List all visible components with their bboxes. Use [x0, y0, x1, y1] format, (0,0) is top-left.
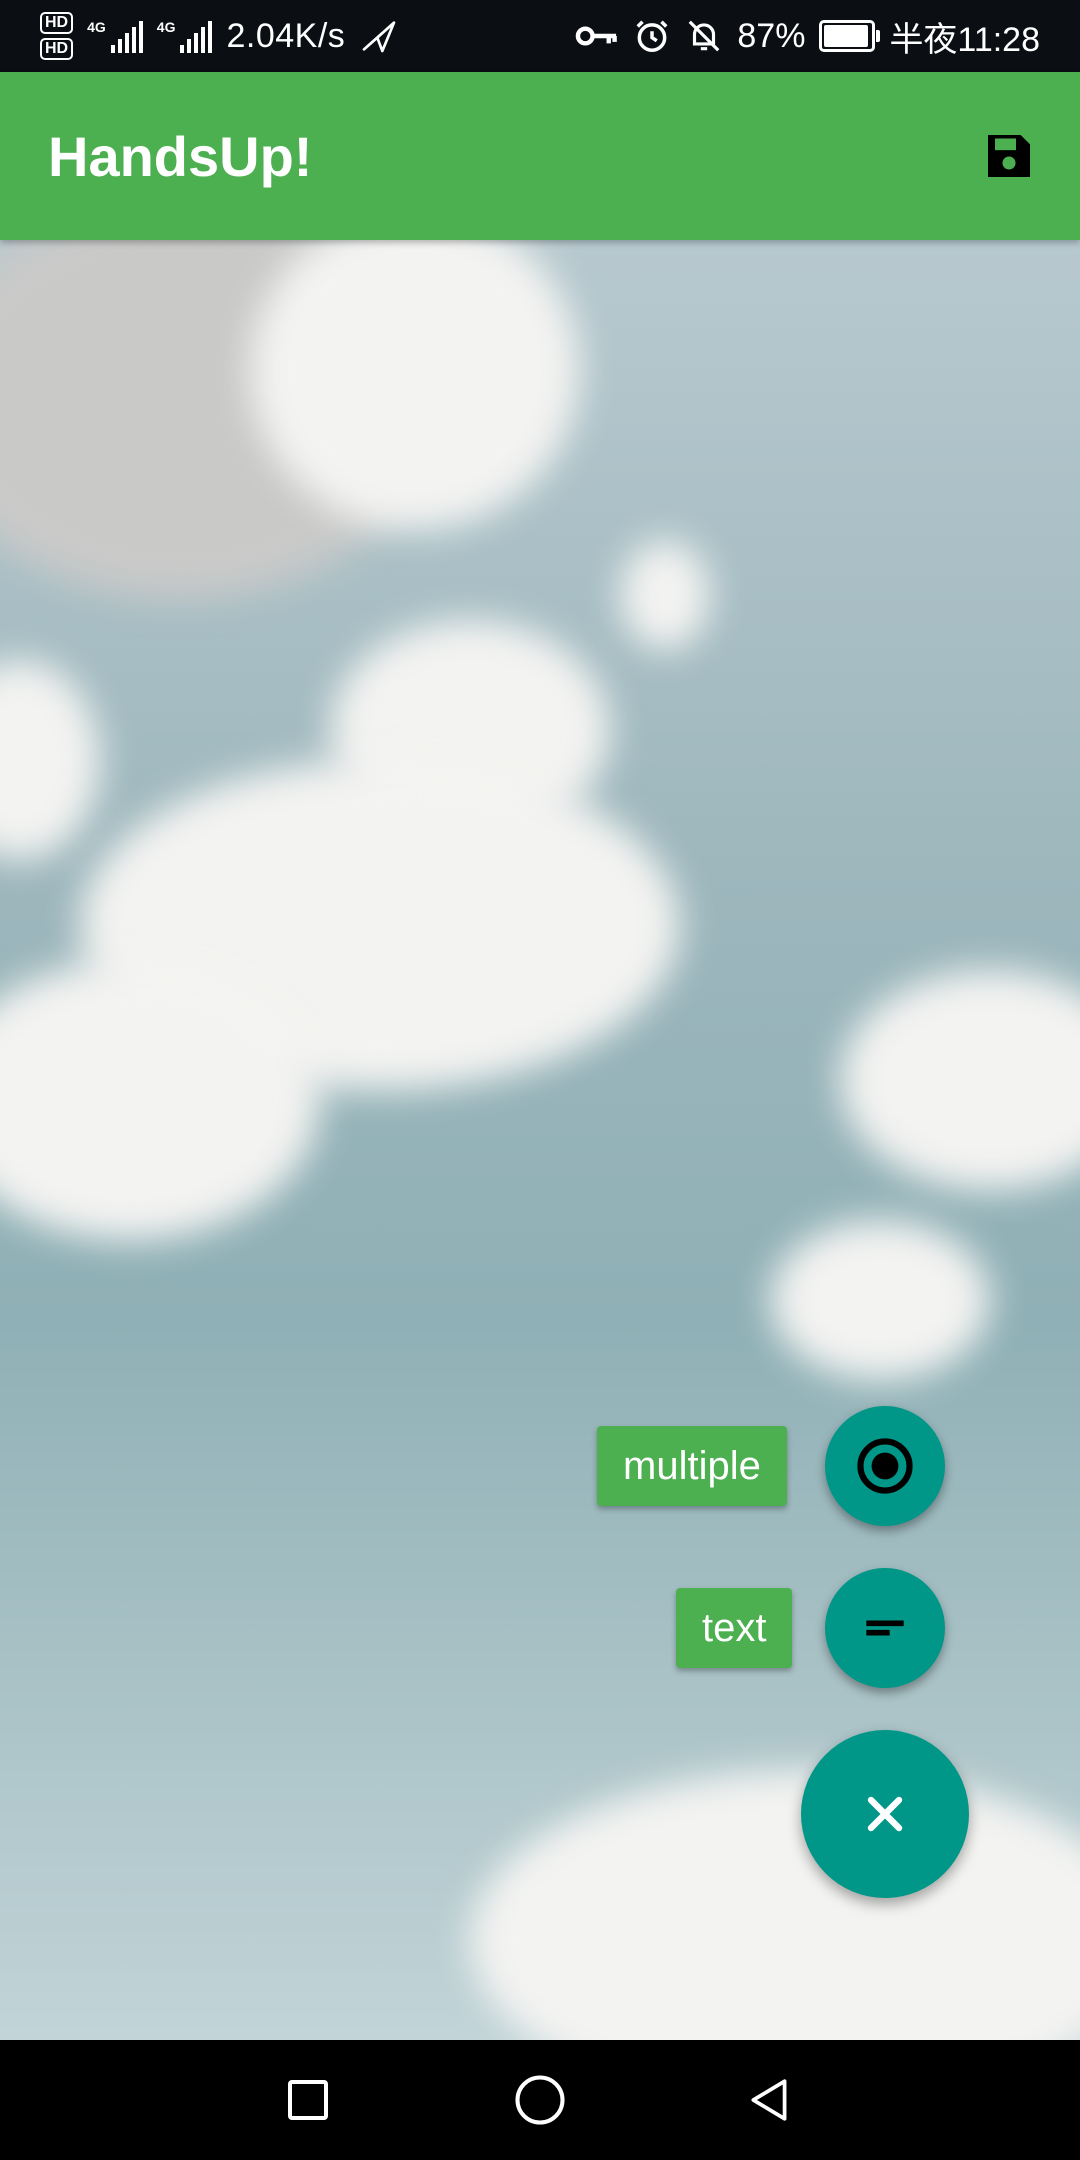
battery-level: [824, 25, 868, 47]
fab-close-button[interactable]: [801, 1730, 969, 1898]
status-bar-left: HD HD 4G 4G 2.04K/s: [40, 0, 399, 72]
back-button[interactable]: [740, 2070, 800, 2130]
sim2-signal-icon: 4G: [157, 19, 213, 53]
bell-off-icon: [689, 20, 720, 52]
fab-label-multiple[interactable]: multiple: [597, 1426, 787, 1506]
sim1-network-label: 4G: [87, 19, 106, 35]
hd1-badge: HD: [40, 12, 74, 34]
save-button[interactable]: [980, 128, 1038, 184]
key-icon: [576, 26, 618, 46]
battery-icon: [819, 20, 881, 52]
home-icon: [515, 2075, 565, 2125]
navigation-bar: [0, 2040, 1080, 2160]
alarm-icon: [636, 20, 668, 52]
short-text-icon: [866, 1620, 904, 1636]
back-icon: [751, 2079, 787, 2121]
recent-apps-button[interactable]: [278, 2070, 338, 2130]
status-bar: HD HD 4G 4G 2.04K/s 87% 半夜11:28: [0, 0, 1080, 72]
sim2-network-label: 4G: [156, 19, 176, 35]
send-icon: [362, 21, 396, 53]
app-bar: HandsUp!: [0, 72, 1080, 240]
recent-apps-icon: [288, 2080, 328, 2120]
fab-text-button[interactable]: [825, 1568, 945, 1688]
clock: 半夜11:28: [889, 20, 1040, 59]
close-icon: [867, 1796, 903, 1832]
fab-label-text[interactable]: text: [676, 1588, 793, 1668]
status-bar-right: 87% 半夜11:28: [575, 0, 1040, 72]
app-title: HandsUp!: [48, 125, 313, 188]
cloud: [770, 1220, 990, 1380]
cloud: [470, 1770, 1080, 2040]
sim1-signal-icon: 4G: [87, 19, 143, 53]
home-button[interactable]: [510, 2070, 570, 2130]
cloud: [620, 540, 710, 650]
battery-percent: 87%: [737, 16, 806, 55]
network-speed: 2.04K/s: [226, 16, 346, 55]
save-icon: [988, 135, 1030, 177]
cloud: [0, 660, 100, 860]
hd2-badge: HD: [40, 38, 74, 60]
hd-indicators: HD HD: [40, 12, 74, 60]
cloud: [840, 970, 1080, 1190]
radio-checked-icon: [857, 1438, 913, 1494]
fab-multiple-button[interactable]: [825, 1406, 945, 1526]
